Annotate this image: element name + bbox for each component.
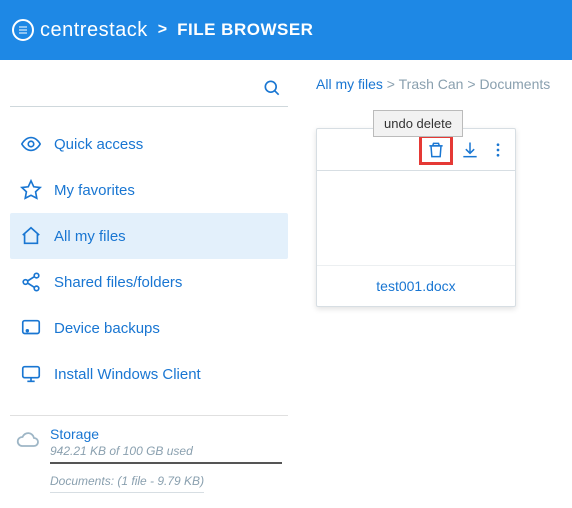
device-icon xyxy=(20,317,42,339)
storage-title: Storage xyxy=(50,426,282,442)
sidebar-item-favorites[interactable]: My favorites xyxy=(10,167,288,213)
breadcrumb-sep: > xyxy=(387,76,395,92)
search-bar[interactable] xyxy=(10,74,288,107)
sidebar-item-all-files[interactable]: All my files xyxy=(10,213,288,259)
search-icon[interactable] xyxy=(262,78,282,98)
storage-detail: Documents: (1 file - 9.79 KB) xyxy=(50,474,204,493)
eye-icon xyxy=(20,133,42,155)
star-icon xyxy=(20,179,42,201)
breadcrumb-separator-icon: > xyxy=(158,21,167,39)
page-title: FILE BROWSER xyxy=(177,20,313,40)
breadcrumb-sep: > xyxy=(467,76,475,92)
sidebar-item-device-backups[interactable]: Device backups xyxy=(10,305,288,351)
sidebar-item-label: My favorites xyxy=(54,182,135,199)
breadcrumb-mid[interactable]: Trash Can xyxy=(399,76,464,92)
brand-logo-icon xyxy=(12,19,34,41)
cloud-icon xyxy=(16,428,42,493)
share-icon xyxy=(20,271,42,293)
highlight-box xyxy=(419,135,453,165)
sidebar-item-install-client[interactable]: Install Windows Client xyxy=(10,351,288,397)
sidebar-item-quick-access[interactable]: Quick access xyxy=(10,121,288,167)
sidebar-item-label: Device backups xyxy=(54,320,160,337)
sidebar-item-label: Quick access xyxy=(54,136,143,153)
search-input[interactable] xyxy=(12,74,262,102)
storage-panel: Storage 942.21 KB of 100 GB used Documen… xyxy=(10,415,288,493)
file-name[interactable]: test001.docx xyxy=(317,265,515,306)
monitor-icon xyxy=(20,363,42,385)
undo-delete-icon[interactable] xyxy=(425,139,447,161)
home-icon xyxy=(20,225,42,247)
breadcrumb: All my files > Trash Can > Documents xyxy=(316,76,564,92)
sidebar-item-label: All my files xyxy=(54,228,126,245)
more-icon[interactable] xyxy=(487,139,509,161)
brand-name: centrestack xyxy=(40,19,148,42)
sidebar-item-shared[interactable]: Shared files/folders xyxy=(10,259,288,305)
download-icon[interactable] xyxy=(459,139,481,161)
sidebar-item-label: Shared files/folders xyxy=(54,274,182,291)
tooltip-undo-delete: undo delete xyxy=(373,110,463,137)
file-card[interactable]: test001.docx xyxy=(316,128,516,307)
breadcrumb-root[interactable]: All my files xyxy=(316,76,383,92)
storage-usage: 942.21 KB of 100 GB used xyxy=(50,444,282,464)
sidebar-item-label: Install Windows Client xyxy=(54,366,201,383)
breadcrumb-leaf: Documents xyxy=(479,76,550,92)
file-thumbnail xyxy=(317,171,515,265)
